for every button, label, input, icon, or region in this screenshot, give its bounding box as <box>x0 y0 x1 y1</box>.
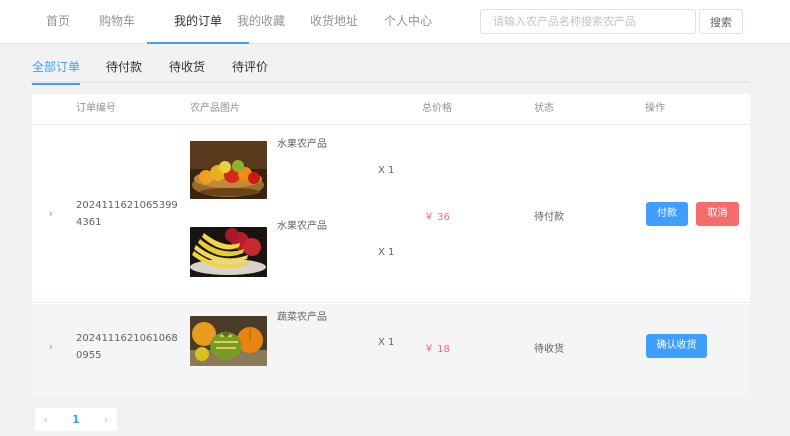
product-quantity: X 1 <box>378 247 395 258</box>
nav-favorites[interactable]: 我的收藏 <box>237 0 285 44</box>
product-image-fruit-basket <box>190 141 267 199</box>
cancel-button[interactable]: 取消 <box>696 202 739 226</box>
table-row: › 20241116210610680955 蔬菜农产品 X 1 ￥ 18 待收… <box>32 304 750 398</box>
tab-pending-review[interactable]: 待评价 <box>232 53 268 83</box>
order-status: 待收货 <box>534 344 564 355</box>
page-number[interactable]: 1 <box>65 408 87 431</box>
product-quantity: X 1 <box>378 337 395 348</box>
confirm-receipt-button[interactable]: 确认收货 <box>646 334 707 358</box>
top-navigation: 首页 购物车 我的订单 我的收藏 收货地址 个人中心 搜索 <box>0 0 790 44</box>
pagination: ‹ 1 › <box>35 408 117 431</box>
nav-home[interactable]: 首页 <box>46 0 70 44</box>
product-quantity: X 1 <box>378 165 395 176</box>
order-status: 待付款 <box>534 212 564 223</box>
pay-button[interactable]: 付款 <box>646 202 688 226</box>
product-name: 水果农产品 <box>277 139 327 150</box>
product-name: 蔬菜农产品 <box>277 312 327 323</box>
column-header-total: 总价格 <box>422 103 452 114</box>
tab-pending-payment[interactable]: 待付款 <box>106 53 142 83</box>
search-input[interactable] <box>480 9 696 34</box>
order-tabs: 全部订单 待付款 待收货 待评价 <box>30 53 750 85</box>
product-image-squash-pumpkins <box>190 316 267 366</box>
tab-pending-receipt[interactable]: 待收货 <box>169 53 205 83</box>
nav-my-orders[interactable]: 我的订单 <box>147 0 249 44</box>
column-header-status: 状态 <box>534 103 554 114</box>
order-number: 20241116210610680955 <box>76 333 178 361</box>
order-total-price: ￥ 18 <box>424 344 450 355</box>
search-button[interactable]: 搜索 <box>699 9 743 34</box>
column-header-image: 农产品图片 <box>190 103 240 114</box>
column-header-order-no: 订单编号 <box>76 103 116 114</box>
next-page-icon[interactable]: › <box>95 408 117 431</box>
chevron-right-icon[interactable]: › <box>46 341 56 352</box>
table-row: › 20241116210653994361 水果农产品 X 1 水果农产品 X… <box>32 125 750 303</box>
product-image-bananas-apples <box>190 227 267 285</box>
nav-profile[interactable]: 个人中心 <box>384 0 432 44</box>
tab-all-orders[interactable]: 全部订单 <box>32 53 81 85</box>
column-header-actions: 操作 <box>645 103 665 114</box>
product-name: 水果农产品 <box>277 221 327 232</box>
prev-page-icon[interactable]: ‹ <box>35 408 57 431</box>
nav-address[interactable]: 收货地址 <box>310 0 358 44</box>
order-number: 20241116210653994361 <box>76 200 178 228</box>
orders-table: 订单编号 农产品图片 总价格 状态 操作 › 20241116210653994… <box>32 94 750 398</box>
order-total-price: ￥ 36 <box>424 212 450 223</box>
chevron-right-icon[interactable]: › <box>46 208 56 219</box>
nav-cart[interactable]: 购物车 <box>99 0 135 44</box>
